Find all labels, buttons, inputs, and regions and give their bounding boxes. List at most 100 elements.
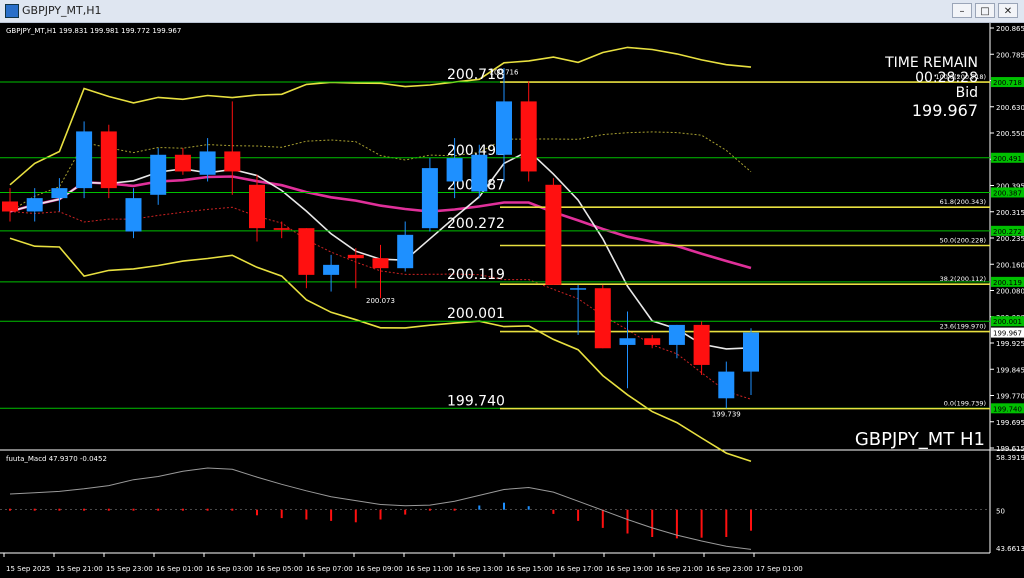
- point-label: 200.716: [490, 69, 519, 77]
- price-tick-label: 199.770: [996, 393, 1024, 401]
- point-label: 200.073: [366, 297, 395, 305]
- price-tick-label: 199.925: [996, 340, 1024, 348]
- time-tick-label: 16 Sep 11:00: [406, 565, 453, 573]
- price-tick-label: 200.160: [996, 261, 1024, 269]
- candle-body[interactable]: [594, 288, 611, 349]
- price-tick-label: 200.235: [996, 235, 1024, 243]
- price-tick-label: 200.080: [996, 288, 1024, 296]
- candle-body[interactable]: [668, 324, 685, 345]
- time-tick-label: 16 Sep 23:00: [706, 565, 753, 573]
- candle-body[interactable]: [372, 258, 389, 269]
- level-label: 200.272: [447, 216, 505, 232]
- time-remain-label: TIME REMAIN: [884, 55, 978, 71]
- price-badge-label: 200.387: [993, 189, 1022, 197]
- candle-body[interactable]: [323, 264, 340, 275]
- time-tick-label: 16 Sep 13:00: [456, 565, 503, 573]
- time-tick-label: 16 Sep 19:00: [606, 565, 653, 573]
- macd-dot: [83, 508, 86, 511]
- candle-body[interactable]: [570, 288, 587, 290]
- macd-dot: [107, 508, 110, 511]
- macd-dot: [453, 508, 456, 511]
- time-tick-label: 16 Sep 03:00: [206, 565, 253, 573]
- maximize-button[interactable]: □: [975, 3, 995, 18]
- candle-body[interactable]: [693, 324, 710, 365]
- candle-body[interactable]: [496, 101, 512, 155]
- time-tick-label: 16 Sep 21:00: [656, 565, 703, 573]
- price-chart[interactable]: 200.718200.491200.387200.272200.119200.0…: [0, 23, 1024, 578]
- price-tick-label: 200.785: [996, 51, 1024, 59]
- fibo-label: 50.0(200.228): [940, 237, 986, 245]
- point-label: 199.739: [712, 411, 741, 419]
- candle-body[interactable]: [273, 228, 290, 230]
- candle-body[interactable]: [100, 131, 117, 189]
- time-tick-label: 16 Sep 09:00: [356, 565, 403, 573]
- candle-body[interactable]: [397, 234, 414, 269]
- price-tick-label: 199.695: [996, 419, 1024, 427]
- level-label: 200.119: [447, 267, 505, 283]
- price-badge-label: 200.491: [993, 155, 1022, 163]
- level-label: 199.740: [447, 393, 505, 409]
- macd-tick-label: 50: [996, 508, 1005, 516]
- candle-body[interactable]: [298, 228, 315, 275]
- time-tick-label: 17 Sep 01:00: [756, 565, 803, 573]
- candle-body[interactable]: [150, 154, 167, 195]
- price-tick-label: 199.615: [996, 445, 1024, 453]
- macd-tick-label: 43.6613: [996, 545, 1024, 553]
- macd-dot: [58, 508, 61, 511]
- terminal-window: GBPJPY_MT,H1 – □ ✕ 200.718 200.491 200.387…: [0, 0, 1024, 578]
- price-badge-label: 200.119: [993, 279, 1022, 287]
- window-title: GBPJPY_MT,H1: [22, 4, 102, 17]
- macd-dot: [9, 508, 11, 511]
- candle-body[interactable]: [718, 371, 735, 399]
- macd-dot: [428, 508, 431, 511]
- price-tick-label: 199.845: [996, 366, 1024, 374]
- fibo-label: 38.2(200.112): [940, 275, 986, 283]
- time-tick-label: 15 Sep 23:00: [106, 565, 153, 573]
- candle-body[interactable]: [26, 198, 43, 212]
- candle-body[interactable]: [51, 188, 68, 199]
- symbol-watermark: GBPJPY_MT H1: [855, 429, 985, 450]
- close-button[interactable]: ✕: [998, 3, 1018, 18]
- time-tick-label: 16 Sep 05:00: [256, 565, 303, 573]
- candle-body[interactable]: [545, 184, 562, 285]
- price-badge-label: 200.001: [993, 318, 1022, 326]
- candle-body[interactable]: [199, 151, 216, 175]
- chart-window-icon: [5, 4, 19, 18]
- candle-body[interactable]: [743, 332, 759, 372]
- candle-body[interactable]: [347, 254, 364, 259]
- candle-body[interactable]: [471, 154, 488, 192]
- price-badge-label: 200.272: [993, 228, 1022, 236]
- candle-body[interactable]: [446, 158, 463, 182]
- candle-body[interactable]: [76, 131, 93, 189]
- candle-body[interactable]: [520, 101, 537, 172]
- window-titlebar[interactable]: GBPJPY_MT,H1 – □ ✕: [0, 0, 1024, 23]
- macd-tick-label: 58.3919: [996, 454, 1024, 462]
- candle-body[interactable]: [125, 198, 142, 232]
- candle-body[interactable]: [2, 201, 18, 212]
- symbol-info: GBPJPY_MT,H1 199.831 199.981 199.772 199…: [6, 27, 181, 35]
- price-badge-label: 200.718: [993, 79, 1022, 87]
- macd-dot: [206, 508, 209, 511]
- time-tick-label: 16 Sep 15:00: [506, 565, 553, 573]
- time-tick-label: 16 Sep 17:00: [556, 565, 603, 573]
- price-tick-label: 200.865: [996, 25, 1024, 33]
- level-label: 200.001: [447, 306, 505, 322]
- time-tick-label: 16 Sep 01:00: [156, 565, 203, 573]
- fibo-label: 0.0(199.739): [944, 400, 986, 408]
- candle-body[interactable]: [644, 338, 661, 345]
- price-tick-label: 200.550: [996, 130, 1024, 138]
- fibo-label: 23.6(199.970): [940, 323, 986, 331]
- minimize-button[interactable]: –: [952, 3, 972, 18]
- candle-body[interactable]: [249, 184, 265, 229]
- time-tick-label: 15 Sep 2025: [6, 565, 50, 573]
- price-tick-label: 200.630: [996, 104, 1024, 112]
- candle-body[interactable]: [421, 168, 438, 229]
- price-tick-label: 200.315: [996, 209, 1024, 217]
- bid-label: Bid: [956, 85, 978, 101]
- macd-dot: [33, 508, 36, 511]
- candle-body[interactable]: [619, 338, 636, 345]
- candle-body[interactable]: [224, 151, 241, 172]
- macd-label: fuuta_Macd 47.9370 -0.0452: [6, 455, 107, 463]
- time-tick-label: 15 Sep 21:00: [56, 565, 103, 573]
- candle-body[interactable]: [174, 154, 191, 172]
